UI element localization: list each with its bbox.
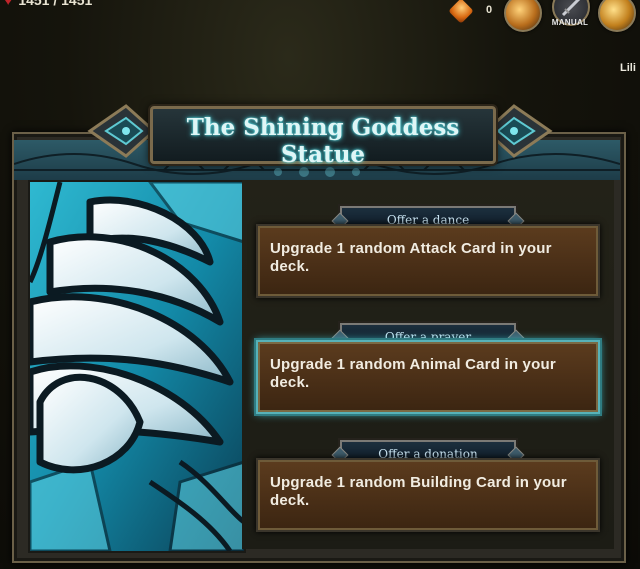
option-dance-card[interactable]: Upgrade 1 random Attack Card in your dec…: [256, 224, 600, 298]
gem-count: 0: [486, 4, 493, 16]
hp-text: 1451 / 1451: [18, 0, 93, 8]
option-prayer-card[interactable]: Upgrade 1 random Animal Card in your dec…: [256, 340, 600, 414]
top-hud: ♥ 1451 / 1451 0 MANUAL Lili: [0, 0, 640, 74]
panel-title: The Shining Goddess Statue: [186, 114, 460, 168]
option-dance-text: Upgrade 1 random Attack Card in your dec…: [270, 240, 552, 275]
option-donation-card[interactable]: Upgrade 1 random Building Card in your d…: [256, 458, 600, 532]
heart-icon: ♥: [4, 0, 13, 8]
goddess-statue-illustration: [28, 180, 246, 553]
ally-name: Lili: [620, 62, 636, 74]
manual-label: MANUAL: [551, 18, 589, 27]
gem-icon: [448, 0, 474, 24]
fire-orb-button[interactable]: [504, 0, 542, 32]
left-ornament-icon: [87, 104, 156, 158]
compass-button[interactable]: [598, 0, 636, 32]
option-prayer-text: Upgrade 1 random Animal Card in your dec…: [270, 356, 556, 391]
wing-stained-glass-icon: [30, 182, 244, 551]
hp-display: ♥ 1451 / 1451: [4, 0, 92, 8]
option-donation-text: Upgrade 1 random Building Card in your d…: [270, 474, 567, 509]
